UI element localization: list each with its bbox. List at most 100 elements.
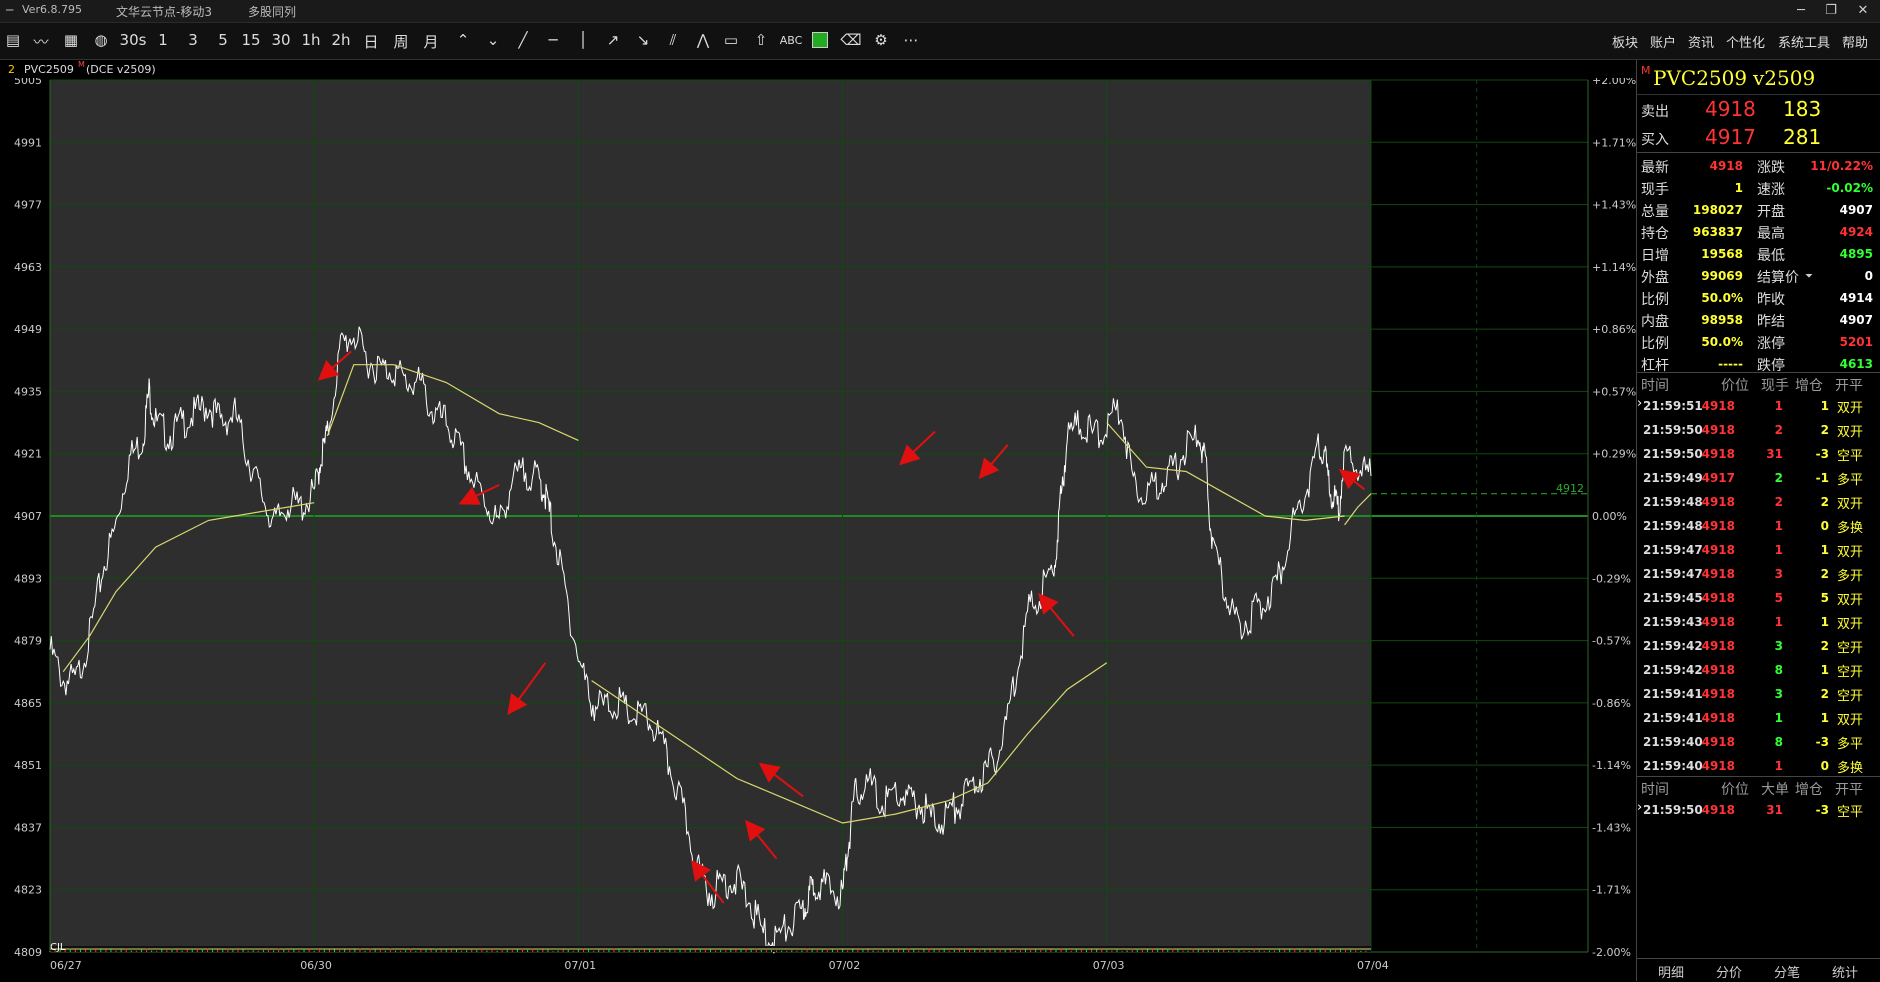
chevron-down-icon[interactable]: ⌄ bbox=[480, 31, 506, 49]
trade-oi-change: 1 bbox=[1820, 615, 1829, 629]
quote-label: 比例 bbox=[1641, 292, 1669, 308]
tab-stats[interactable]: 统计 bbox=[1832, 962, 1858, 981]
app-menu-dash[interactable]: ─ bbox=[6, 3, 13, 17]
view-mode-label[interactable]: 多股同列 bbox=[248, 3, 296, 20]
trade-row[interactable]: 21:59:45 4918 5 5 双开 bbox=[1637, 587, 1880, 609]
tick-icon[interactable]: ◍ bbox=[88, 31, 114, 49]
period-1[interactable]: 1 bbox=[150, 31, 176, 49]
pct-tick-label: +0.29% bbox=[1592, 448, 1636, 461]
price-chart[interactable]: 5005 4991 4977 4963 4949 4935 4921 4907 4893 4879… bbox=[0, 78, 1636, 981]
color-square-icon[interactable] bbox=[812, 32, 828, 48]
quote-row: 最新 4918 涨跌 11/0.22% bbox=[1637, 155, 1880, 177]
ray-icon[interactable]: ↗ bbox=[600, 31, 626, 49]
period-15[interactable]: 15 bbox=[238, 31, 264, 49]
trade-row[interactable]: 21:59:47 4918 3 2 多开 bbox=[1637, 563, 1880, 585]
trade-oi-change: -3 bbox=[1815, 735, 1829, 749]
trade-row[interactable]: 21:59:50 4918 31 -3 空平 bbox=[1637, 443, 1880, 465]
menu-account[interactable]: 账户 bbox=[1650, 32, 1676, 51]
trade-header: 增仓 bbox=[1795, 378, 1823, 394]
trade-oi-change: -3 bbox=[1815, 803, 1829, 817]
period-3[interactable]: 3 bbox=[180, 31, 206, 49]
tab-price-dist[interactable]: 分价 bbox=[1716, 962, 1742, 981]
period-1h[interactable]: 1h bbox=[298, 31, 324, 49]
wave-icon[interactable]: ⋀ bbox=[690, 31, 716, 49]
draw-line-icon[interactable]: ╱ bbox=[510, 31, 536, 49]
pct-tick-label: -1.43% bbox=[1592, 821, 1631, 834]
trade-row[interactable]: 21:59:42 4918 8 1 空开 bbox=[1637, 659, 1880, 681]
list-icon[interactable]: ▤ bbox=[0, 31, 26, 49]
trade-row[interactable]: 21:59:41 4918 1 1 双开 bbox=[1637, 707, 1880, 729]
chevron-up-icon[interactable]: ⌃ bbox=[450, 31, 476, 49]
vertical-line-icon[interactable]: │ bbox=[570, 31, 596, 49]
tab-ticks[interactable]: 分笔 bbox=[1774, 962, 1800, 981]
trade-row[interactable]: › 21:59:51 4918 1 1 双开 bbox=[1637, 395, 1880, 417]
quote-label: 比例 bbox=[1641, 336, 1669, 352]
period-month[interactable]: 月 bbox=[418, 31, 444, 52]
menu-news[interactable]: 资讯 bbox=[1688, 32, 1714, 51]
menu-sector[interactable]: 板块 bbox=[1612, 32, 1638, 51]
dropdown-icon[interactable]: ⏷ bbox=[1805, 271, 1813, 282]
trade-row[interactable]: 21:59:47 4918 1 1 双开 bbox=[1637, 539, 1880, 561]
trade-time: 21:59:41 bbox=[1643, 711, 1703, 725]
more-icon[interactable]: ⋯ bbox=[898, 31, 924, 49]
buy-price[interactable]: 4917 bbox=[1705, 125, 1756, 149]
trade-row[interactable]: 21:59:40 4918 8 -3 多平 bbox=[1637, 731, 1880, 753]
rectangle-icon[interactable]: ▭ bbox=[718, 31, 744, 49]
x-tick-label: 06/30 bbox=[300, 959, 332, 972]
quote-row: 现手 1 速涨 -0.02% bbox=[1637, 177, 1880, 199]
period-day[interactable]: 日 bbox=[358, 31, 384, 52]
settings-icon[interactable]: ⚙ bbox=[868, 31, 894, 49]
ray-down-icon[interactable]: ↘ bbox=[630, 31, 656, 49]
trade-row[interactable]: 21:59:48 4918 1 0 多换 bbox=[1637, 515, 1880, 537]
trade-row[interactable]: 21:59:43 4918 1 1 双开 bbox=[1637, 611, 1880, 633]
trade-action: 双开 bbox=[1837, 593, 1864, 608]
trade-volume: 3 bbox=[1774, 639, 1783, 653]
eraser-icon[interactable]: ⌫ bbox=[838, 31, 864, 49]
trade-price: 4918 bbox=[1701, 663, 1735, 677]
menu-help[interactable]: 帮助 bbox=[1842, 32, 1868, 51]
restore-button[interactable]: ❐ bbox=[1816, 1, 1846, 21]
trade-volume: 1 bbox=[1774, 615, 1783, 629]
close-button[interactable]: ✕ bbox=[1848, 1, 1878, 21]
quote-value: 963837 bbox=[1692, 225, 1743, 239]
text-tool-icon[interactable]: ABC bbox=[776, 34, 806, 47]
trade-row[interactable]: 21:59:48 4918 2 2 双开 bbox=[1637, 491, 1880, 513]
trade-header: 时间 bbox=[1641, 782, 1669, 798]
quote-row: 外盘 99069 结算价 ⏷ 0 bbox=[1637, 265, 1880, 287]
server-label[interactable]: 文华云节点-移动3 bbox=[116, 3, 212, 20]
pct-tick-label: -1.14% bbox=[1592, 759, 1631, 772]
sell-row: 卖出 4918 183 bbox=[1637, 94, 1880, 123]
minimize-button[interactable]: ─ bbox=[1786, 1, 1816, 21]
tab-detail[interactable]: 明细 bbox=[1658, 962, 1684, 981]
cursor-marker-icon: › bbox=[1637, 800, 1643, 815]
trade-row[interactable]: 21:59:40 4918 1 0 多换 bbox=[1637, 755, 1880, 777]
trade-row[interactable]: 21:59:50 4918 2 2 双开 bbox=[1637, 419, 1880, 441]
period-week[interactable]: 周 bbox=[388, 31, 414, 52]
arrow-up-icon[interactable]: ⇧ bbox=[748, 31, 774, 49]
period-2h[interactable]: 2h bbox=[328, 31, 354, 49]
kline-icon[interactable]: ▦ bbox=[58, 31, 84, 49]
channel-icon[interactable]: ⫽ bbox=[660, 31, 686, 49]
period-5[interactable]: 5 bbox=[210, 31, 236, 49]
quote-value: 4924 bbox=[1839, 225, 1873, 239]
trade-header: 价位 bbox=[1721, 782, 1749, 798]
menu-system-tools[interactable]: 系统工具 bbox=[1778, 32, 1830, 51]
quote-label: 最新 bbox=[1641, 160, 1669, 176]
period-30[interactable]: 30 bbox=[268, 31, 294, 49]
horizontal-line-icon[interactable]: ─ bbox=[540, 31, 566, 49]
quote-label: 最低 bbox=[1757, 248, 1785, 264]
quote-value: 5201 bbox=[1839, 335, 1873, 349]
line-chart-icon[interactable]: 〰 bbox=[28, 31, 54, 52]
period-30s[interactable]: 30s bbox=[118, 31, 148, 49]
y-tick-label: 4935 bbox=[14, 385, 42, 398]
trade-oi-change: 0 bbox=[1820, 519, 1829, 533]
trade-row[interactable]: 21:59:42 4918 3 2 空开 bbox=[1637, 635, 1880, 657]
trade-row[interactable]: 21:59:49 4917 2 -1 多平 bbox=[1637, 467, 1880, 489]
quote-label: 开盘 bbox=[1757, 204, 1785, 220]
trade-row[interactable]: 21:59:41 4918 3 2 空开 bbox=[1637, 683, 1880, 705]
x-tick-label: 06/27 bbox=[50, 959, 82, 972]
sell-price[interactable]: 4918 bbox=[1705, 97, 1756, 121]
trade-row[interactable]: › 21:59:50 4918 31 -3 空平 bbox=[1637, 799, 1880, 821]
trade-volume: 8 bbox=[1774, 735, 1783, 749]
menu-personalize[interactable]: 个性化 bbox=[1726, 32, 1765, 51]
